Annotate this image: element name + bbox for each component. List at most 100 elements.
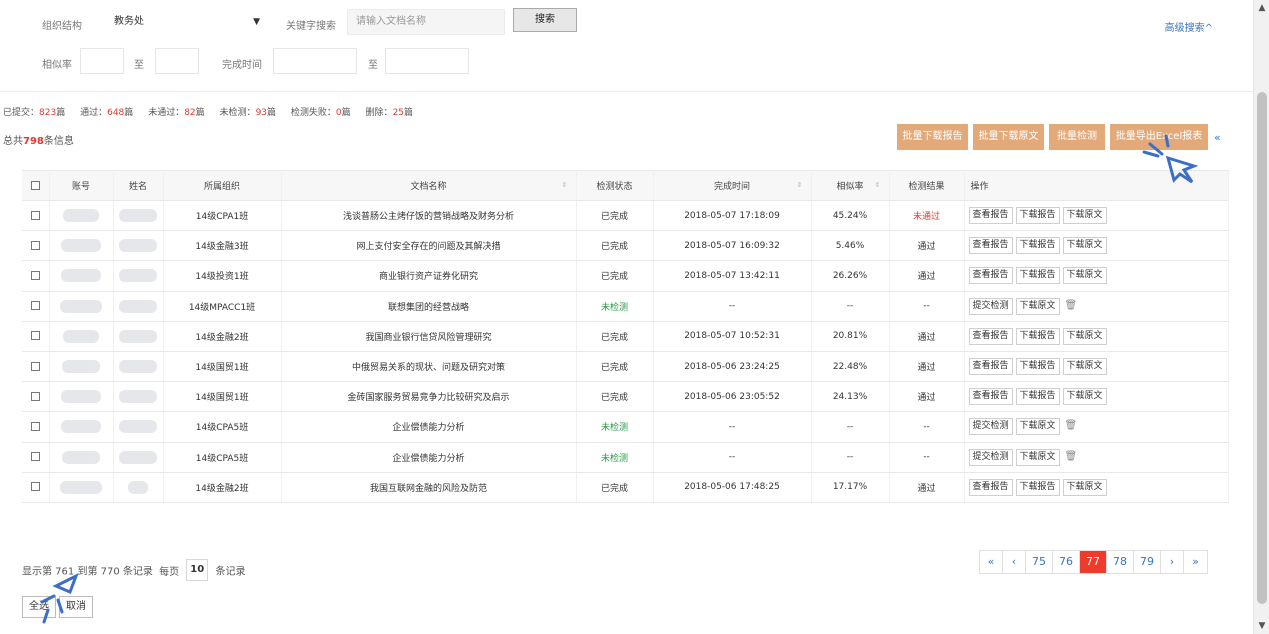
action-button[interactable]: 下载原文 (1062, 327, 1107, 345)
action-button[interactable]: 查看报告 (968, 388, 1013, 406)
action-button[interactable]: 下载报告 (1015, 388, 1060, 406)
action-button[interactable]: 下载原文 (1015, 448, 1060, 466)
row-checkbox-cell[interactable] (22, 321, 50, 352)
bulk-download-original-button[interactable]: 批量下载原文 (973, 124, 1044, 150)
checkbox[interactable] (30, 421, 40, 431)
search-button[interactable]: 搜索 (513, 8, 577, 32)
action-button[interactable]: 下载原文 (1062, 267, 1107, 285)
action-button[interactable]: 查看报告 (968, 478, 1013, 496)
checkbox[interactable] (30, 210, 40, 220)
checkbox[interactable] (30, 301, 40, 311)
sort-icon[interactable]: ⇕ (562, 181, 568, 189)
page-button[interactable]: 76 (1053, 551, 1080, 573)
action-button[interactable]: 查看报告 (968, 207, 1013, 225)
action-button[interactable]: 查看报告 (968, 267, 1013, 285)
page-button[interactable]: 78 (1107, 551, 1134, 573)
checkbox[interactable] (30, 180, 40, 190)
checkbox[interactable] (30, 361, 40, 371)
action-button[interactable]: 下载报告 (1015, 478, 1060, 496)
action-button[interactable]: 提交检测 (968, 418, 1013, 436)
checkbox[interactable] (30, 452, 40, 462)
table-row: 14级金融3班 网上支付安全存在的问题及其解决措 已完成 2018-05-07 16:… (22, 230, 1229, 262)
scroll-down-icon[interactable]: ▼ (1254, 618, 1269, 634)
action-button[interactable]: 下载原文 (1062, 388, 1107, 406)
trash-icon[interactable]: 🗑 (1065, 420, 1078, 431)
status-cell: 已完成 (576, 260, 654, 292)
scrollbar-thumb[interactable] (1257, 92, 1267, 604)
action-button[interactable]: 下载报告 (1015, 327, 1060, 345)
action-button[interactable]: 下载原文 (1062, 478, 1107, 496)
action-button[interactable]: 下载原文 (1062, 237, 1107, 255)
status-cell: 已完成 (576, 472, 654, 503)
row-checkbox-cell[interactable] (22, 381, 50, 413)
similarity-max-input[interactable] (155, 48, 199, 74)
action-button[interactable]: 查看报告 (968, 237, 1013, 255)
result-cell: -- (889, 442, 965, 473)
keyword-input[interactable]: 请输入文档名称 (347, 9, 505, 35)
col-finish-time[interactable]: 完成时间 ⇕ (653, 170, 812, 201)
row-checkbox-cell[interactable] (22, 291, 50, 322)
table-row: 14级国贸1班 中俄贸易关系的现状、问题及研究对策 已完成 2018-05-06 23… (22, 351, 1229, 383)
row-checkbox-cell[interactable] (22, 472, 50, 503)
action-button[interactable]: 下载原文 (1015, 297, 1060, 315)
row-checkbox-cell[interactable] (22, 442, 50, 473)
checkbox[interactable] (30, 240, 40, 250)
checkbox[interactable] (30, 270, 40, 280)
row-checkbox-cell[interactable] (22, 200, 50, 232)
checkbox[interactable] (30, 391, 40, 401)
org-cell: 14级CPA1班 (163, 200, 282, 232)
sort-icon[interactable]: ⇕ (797, 181, 803, 189)
sort-icon[interactable]: ⇕ (875, 181, 881, 189)
action-button[interactable]: 下载原文 (1015, 418, 1060, 436)
org-select[interactable]: 教务处 ▼ (110, 9, 268, 35)
finish-time-start-input[interactable] (273, 48, 357, 74)
collapse-icon[interactable]: « (1214, 131, 1221, 144)
col-doc-name[interactable]: 文档名称 ⇕ (281, 170, 577, 201)
per-page-select[interactable]: 10 (186, 559, 209, 581)
bulk-check-button[interactable]: 批量检测 (1049, 124, 1105, 150)
trash-icon[interactable]: 🗑 (1065, 300, 1078, 311)
checkbox[interactable] (30, 482, 40, 492)
page-button[interactable]: 77 (1080, 551, 1107, 573)
vertical-scrollbar[interactable]: ▲ ▼ (1253, 0, 1269, 634)
action-button[interactable]: 查看报告 (968, 327, 1013, 345)
finish-time-end-input[interactable] (385, 48, 469, 74)
action-button[interactable]: 下载报告 (1015, 358, 1060, 376)
action-button[interactable]: 下载报告 (1015, 207, 1060, 225)
page-button[interactable]: » (1184, 551, 1207, 573)
advanced-search-link[interactable]: 高级搜索^ (1165, 19, 1213, 34)
action-button[interactable]: 下载原文 (1062, 358, 1107, 376)
select-all-button[interactable]: 全选 (22, 596, 56, 618)
redacted-name (119, 420, 157, 434)
cancel-button[interactable]: 取消 (59, 596, 93, 618)
action-button[interactable]: 下载原文 (1062, 207, 1107, 225)
bulk-export-excel-button[interactable]: 批量导出Excel报表 (1110, 124, 1208, 150)
action-button[interactable]: 下载报告 (1015, 237, 1060, 255)
row-checkbox-cell[interactable] (22, 230, 50, 262)
select-all-checkbox-header[interactable] (22, 170, 50, 201)
page-button[interactable]: ‹ (1003, 551, 1026, 573)
action-button[interactable]: 下载报告 (1015, 267, 1060, 285)
account-cell (49, 442, 114, 473)
action-button[interactable]: 提交检测 (968, 297, 1013, 315)
similarity-cell: 5.46% (811, 230, 890, 262)
action-button[interactable]: 查看报告 (968, 358, 1013, 376)
trash-icon[interactable]: 🗑 (1065, 451, 1078, 462)
action-button[interactable]: 提交检测 (968, 448, 1013, 466)
row-checkbox-cell[interactable] (22, 351, 50, 383)
status-cell: 未检测 (576, 291, 654, 322)
row-checkbox-cell[interactable] (22, 411, 50, 443)
page-button[interactable]: 79 (1134, 551, 1161, 573)
page-button[interactable]: 75 (1026, 551, 1053, 573)
page-button[interactable]: « (980, 551, 1003, 573)
row-checkbox-cell[interactable] (22, 260, 50, 292)
page-button[interactable]: › (1161, 551, 1184, 573)
checkbox[interactable] (30, 331, 40, 341)
account-cell (49, 200, 114, 232)
scroll-up-icon[interactable]: ▲ (1254, 0, 1269, 16)
actions-cell: 查看报告 下载报告 下载原文 (964, 321, 1229, 352)
bulk-download-report-button[interactable]: 批量下载报告 (897, 124, 968, 150)
col-similarity[interactable]: 相似率 ⇕ (811, 170, 890, 201)
similarity-min-input[interactable] (80, 48, 124, 74)
name-cell (113, 411, 164, 443)
